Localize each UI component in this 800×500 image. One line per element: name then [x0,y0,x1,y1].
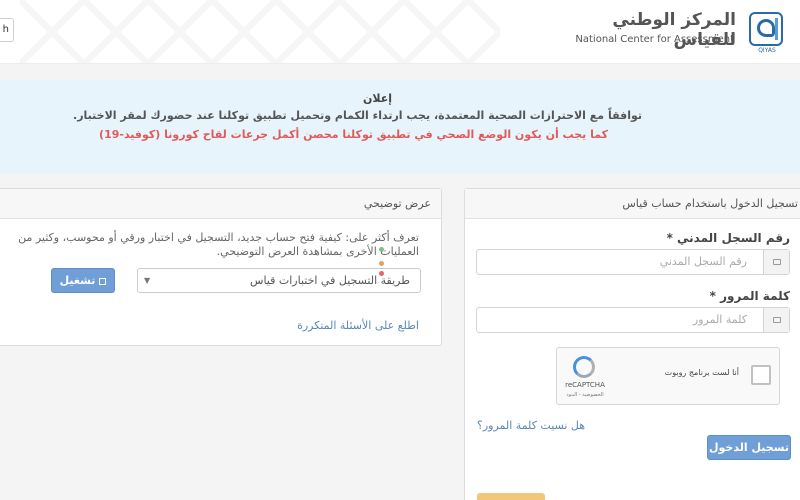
id-field-addon [763,250,789,274]
qiyas-logo-icon[interactable] [749,12,783,46]
announcement-line-1: توافقاً مع الاحترازات الصحية المعتمدة، ي… [73,109,642,122]
login-panel: تسجيل الدخول باستخدام حساب قياس رقم السج… [464,188,800,500]
register-button[interactable] [477,493,545,500]
decorative-dot [379,271,384,276]
chevron-down-icon: ▼ [144,276,151,285]
site-header: h المركز الوطني للقياس National Center f… [0,0,800,64]
id-field[interactable]: رقم السجل المدني [476,249,790,275]
announcement-title: إعلان [362,92,392,105]
language-button[interactable]: h [0,18,14,42]
required-mark: * [666,231,673,245]
recaptcha-checkbox[interactable] [751,365,771,385]
logo-caption: QIYAS [758,47,776,54]
demo-panel: عرض توضيحي تعرف أكثر على: كيفية فتح حساب… [0,188,442,346]
play-button-label: تشغيل [59,274,96,287]
play-icon [99,277,107,285]
recaptcha-terms-link[interactable]: الخصوصية - البنود [563,392,607,398]
password-field-addon [763,308,789,332]
recaptcha-logo-icon [573,356,595,378]
forgot-password-link[interactable]: هل نسيت كلمة المرور؟ [477,419,585,432]
password-label-text: كلمة المرور [720,289,790,303]
logo-mark [757,19,775,37]
announcement-banner: إعلان توافقاً مع الاحترازات الصحية المعت… [0,80,800,174]
id-label: رقم السجل المدني * [667,231,790,245]
id-card-icon [773,259,781,265]
lock-icon [773,317,781,323]
logo-stripe [775,18,778,40]
recaptcha-widget: أنا لست برنامج روبوت reCAPTCHA الخصوصية … [556,347,780,405]
password-label: كلمة المرور * [710,289,790,303]
decorative-dot [379,247,384,252]
demo-select-value: طريقة التسجيل في اختبارات قياس [250,274,410,287]
decorative-dot [379,261,384,266]
id-input-placeholder[interactable]: رقم السجل المدني [513,250,753,274]
required-mark: * [709,289,716,303]
login-panel-title: تسجيل الدخول باستخدام حساب قياس [465,189,800,219]
header-pattern [20,0,500,64]
org-name-english: National Center for Assessment [575,34,734,45]
login-button[interactable]: تسجيل الدخول [707,435,791,460]
demo-description: تعرف أكثر على: كيفية فتح حساب جديد، التس… [18,231,419,258]
password-input-placeholder[interactable]: كلمة المرور [513,308,753,332]
play-button[interactable]: تشغيل [51,268,115,293]
id-label-text: رقم السجل المدني [677,231,790,245]
announcement-line-2: كما يجب أن يكون الوضع الصحي في تطبيق توك… [99,128,608,141]
recaptcha-brand: reCAPTCHA [565,381,605,389]
password-field[interactable]: كلمة المرور [476,307,790,333]
demo-panel-title: عرض توضيحي [0,189,441,219]
recaptcha-label: أنا لست برنامج روبوت [664,368,739,377]
faq-link[interactable]: اطلع على الأسئلة المتكررة [297,319,419,332]
